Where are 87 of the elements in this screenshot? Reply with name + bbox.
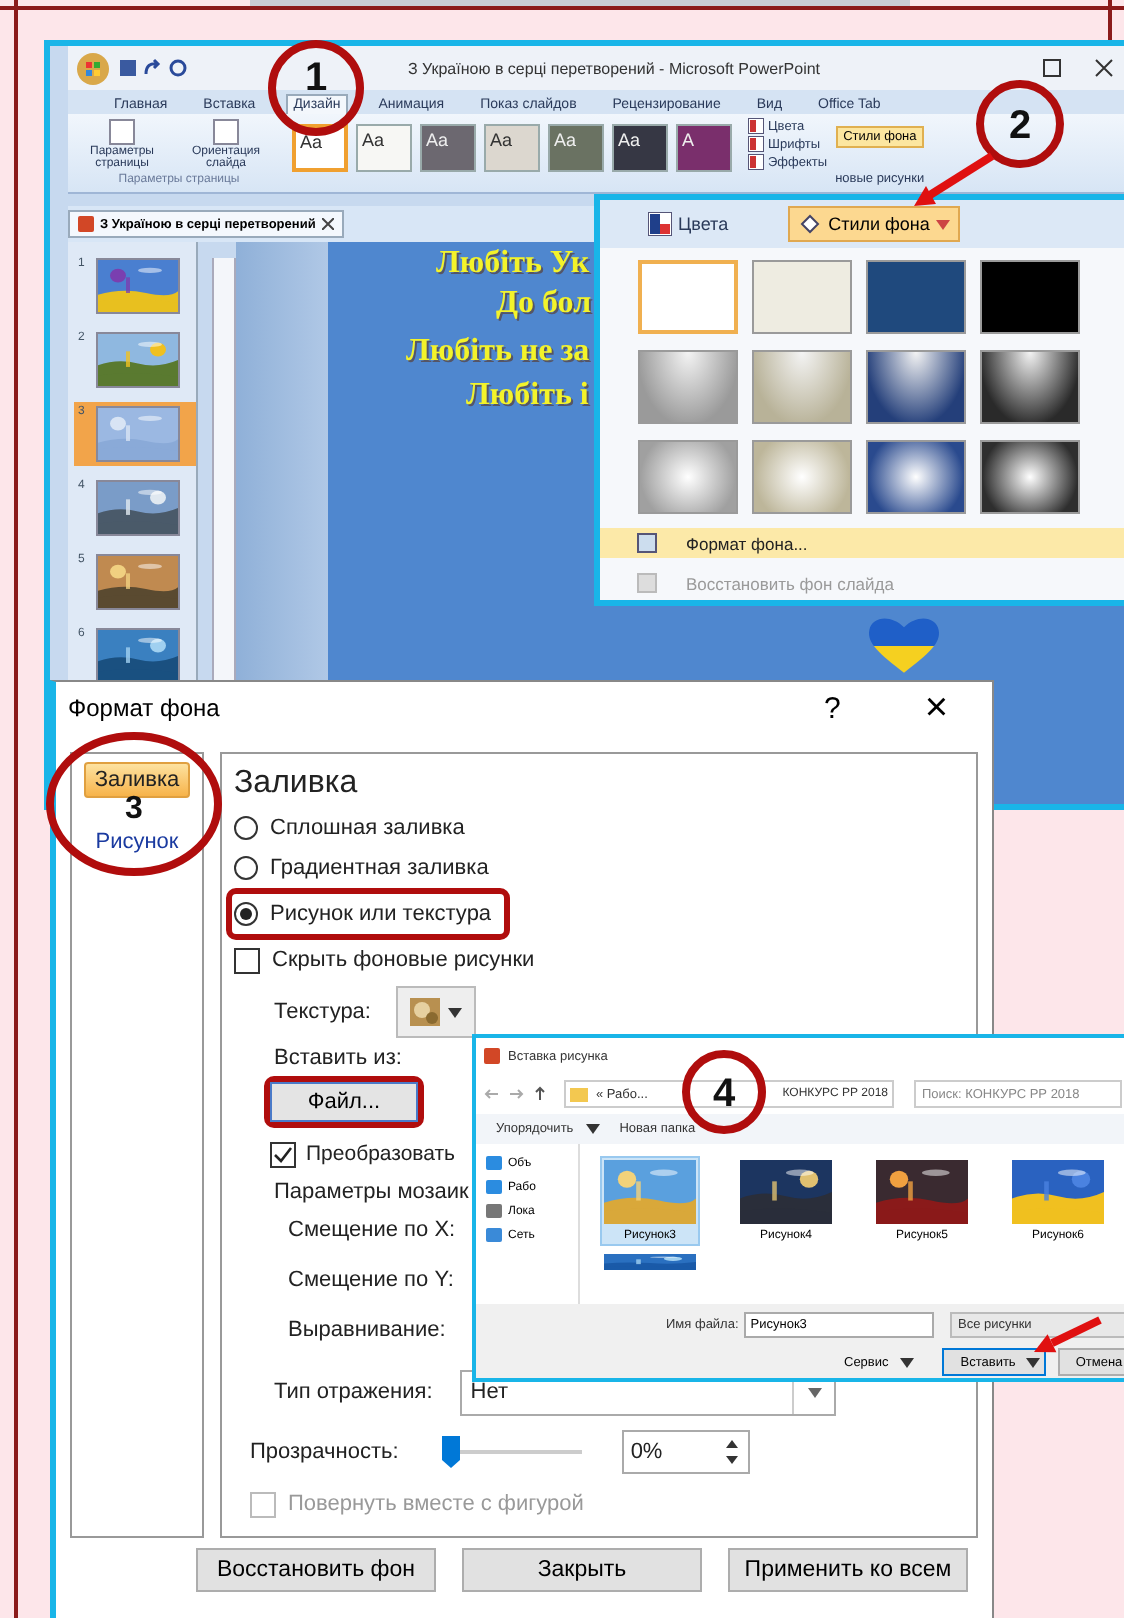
- slide-text: Любіть не за: [406, 334, 590, 370]
- checkbox-label: Скрыть фоновые рисунки: [272, 948, 535, 972]
- style-swatch[interactable]: [866, 260, 966, 334]
- checkbox-label: Повернуть вместе с фигурой: [288, 1492, 584, 1516]
- style-swatch[interactable]: [752, 350, 852, 424]
- page-icon: [636, 572, 658, 594]
- radio-button[interactable]: [234, 902, 258, 926]
- section-heading: Заливка: [234, 766, 358, 802]
- theme-thumbnail[interactable]: Aa: [612, 124, 668, 172]
- caret-icon: [935, 219, 950, 229]
- radio-button[interactable]: [234, 816, 258, 840]
- spin-field[interactable]: 0%: [622, 1430, 751, 1474]
- field-label: Выравнивание:: [288, 1315, 446, 1345]
- slide-text: До бол: [496, 286, 592, 322]
- close-icon[interactable]: [1093, 58, 1114, 78]
- office-button[interactable]: [76, 51, 110, 85]
- page-icon: [210, 118, 242, 146]
- app-icon: [484, 1048, 500, 1064]
- folder-icon: [570, 1086, 588, 1102]
- category-item[interactable]: Заливка: [84, 762, 190, 798]
- annotation-circle: [268, 40, 364, 136]
- radio-label: Градиентная заливка: [270, 856, 489, 880]
- style-swatch[interactable]: [980, 440, 1080, 514]
- dialog-title: Формат фона: [68, 694, 222, 722]
- page-icon: [106, 118, 138, 146]
- field-label: Вставить из:: [274, 1046, 402, 1070]
- checkbox[interactable]: [234, 947, 260, 973]
- style-swatch[interactable]: [866, 440, 966, 514]
- style-swatch[interactable]: [980, 350, 1080, 424]
- heart-icon: [864, 614, 944, 674]
- field-label: Тип отражения:: [274, 1380, 433, 1404]
- radio-label: Рисунок или текстура: [270, 902, 492, 926]
- caret-icon: [900, 1357, 915, 1367]
- dialog-button[interactable]: Восстановить фон: [196, 1548, 436, 1592]
- theme-thumbnail[interactable]: A: [676, 124, 732, 172]
- style-swatch[interactable]: [866, 350, 966, 424]
- maximize-icon[interactable]: [1041, 58, 1062, 78]
- caret-icon: [807, 1387, 822, 1397]
- diamond-icon: [798, 212, 823, 236]
- group-label: Параметры мозаик: [274, 1180, 469, 1204]
- style-swatch[interactable]: [752, 440, 852, 514]
- dialog-button[interactable]: Применить ко всем: [728, 1548, 968, 1592]
- field-label: Текстура:: [274, 1000, 371, 1024]
- document-icon: [78, 216, 94, 232]
- dialog-button[interactable]: Закрыть: [462, 1548, 702, 1592]
- field-label: Смещение по Y:: [288, 1265, 454, 1295]
- texture-icon: [409, 998, 439, 1026]
- background-styles-button[interactable]: Стили фона: [788, 206, 960, 242]
- swatch-icon: [648, 212, 672, 236]
- page-icon: [636, 532, 658, 554]
- step-number: 3: [125, 792, 143, 826]
- checkbox-label: Преобразовать: [306, 1142, 456, 1166]
- help-button[interactable]: ?: [811, 689, 853, 727]
- style-swatch[interactable]: [638, 440, 738, 514]
- theme-thumbnail[interactable]: Aa: [548, 124, 604, 172]
- file-button[interactable]: Файл...: [270, 1082, 418, 1122]
- theme-thumbnail[interactable]: Aa: [420, 124, 476, 172]
- annotation-circle: [976, 80, 1064, 168]
- checkbox[interactable]: [270, 1141, 296, 1167]
- style-swatch[interactable]: [638, 350, 738, 424]
- radio-label: Сплошная заливка: [270, 816, 465, 840]
- close-button[interactable]: ×: [912, 683, 960, 733]
- caret-icon: [1025, 1357, 1040, 1367]
- up-icon[interactable]: [532, 1086, 548, 1102]
- step-number: 2: [1008, 104, 1032, 148]
- slider[interactable]: [442, 1436, 583, 1468]
- step-number: 1: [304, 56, 328, 100]
- slider-thumb[interactable]: [442, 1436, 461, 1468]
- theme-thumbnail[interactable]: Aa: [356, 124, 412, 172]
- ribbon-button[interactable]: Цвета: [648, 212, 729, 236]
- caret-icon: [447, 1007, 461, 1017]
- style-swatch[interactable]: [638, 260, 738, 334]
- caret-icon: [585, 1124, 600, 1134]
- radio-button[interactable]: [234, 856, 258, 880]
- close-icon[interactable]: [321, 218, 334, 230]
- style-swatch[interactable]: [752, 260, 852, 334]
- field-label: Смещение по X:: [288, 1215, 456, 1245]
- pointer-arrow: [1034, 1316, 1102, 1353]
- category-item[interactable]: Рисунок: [87, 826, 187, 858]
- menu-item[interactable]: Формат фона...: [600, 528, 1124, 558]
- style-swatch[interactable]: [980, 260, 1080, 334]
- window-title: З Україною в серці перетворений - Microsoft PowerPoint: [407, 59, 821, 77]
- field-label: Прозрачность:: [250, 1440, 399, 1464]
- texture-dropdown[interactable]: [395, 986, 475, 1038]
- slide-text: Любіть Ук: [436, 246, 590, 282]
- theme-thumbnail[interactable]: Aa: [484, 124, 540, 172]
- slide-text: Любіть і: [466, 378, 589, 414]
